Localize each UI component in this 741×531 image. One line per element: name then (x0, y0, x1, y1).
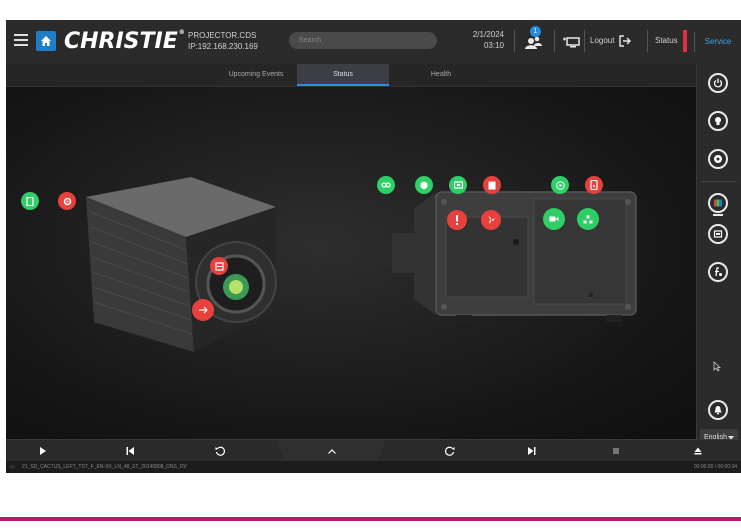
display-icon (453, 180, 463, 189)
next-icon (528, 447, 536, 455)
storage-icon (488, 181, 496, 189)
film-icon: ▭ (10, 464, 15, 470)
marker-warning-error[interactable] (447, 210, 467, 230)
rewind-button[interactable] (212, 443, 228, 459)
macro-button[interactable] (708, 224, 728, 244)
cursor-icon (713, 361, 721, 372)
forward-button[interactable] (442, 443, 458, 459)
projector-status-view (6, 87, 696, 439)
lens-shift-icon (199, 306, 208, 314)
eject-button[interactable] (690, 443, 706, 459)
projector-ip: IP:192.168.230.169 (188, 42, 258, 51)
power-icon (713, 78, 723, 88)
rail-divider (701, 181, 737, 182)
divider (584, 30, 585, 52)
previous-button[interactable] (122, 443, 138, 459)
date-text: 2/1/2024 (472, 30, 504, 39)
marker-storage-error[interactable] (483, 176, 501, 194)
media-play-icon (555, 180, 565, 190)
menu-icon[interactable] (14, 34, 28, 46)
stop-icon (613, 448, 619, 454)
marker-fan-error[interactable] (481, 210, 501, 230)
file-name: 21_SD_CACTUS_LEFT_TST_F_EN-XX_LN_48_ST_2… (22, 464, 187, 470)
test-pattern-icon (714, 199, 722, 207)
side-toolbar: English (696, 64, 741, 447)
marker-lens-shift-error[interactable] (192, 299, 214, 321)
date-time: 2/1/2024 03:10 (464, 29, 504, 51)
exclamation-icon (456, 215, 458, 225)
fan-icon (488, 216, 495, 224)
projector-side-illustration (366, 191, 637, 322)
link-icon (381, 182, 391, 188)
alarm-button[interactable] (708, 400, 728, 420)
filter-icon (214, 261, 224, 271)
marker-lens-error[interactable] (210, 257, 228, 275)
media-info-bar: ▭ 21_SD_CACTUS_LEFT_TST_F_EN-XX_LN_48_ST… (6, 461, 741, 473)
expand-up-icon (328, 448, 336, 454)
macro-icon (713, 230, 723, 238)
logout-icon[interactable] (619, 34, 631, 47)
play-button[interactable] (34, 443, 50, 459)
projector-front-illustration (86, 177, 277, 352)
eject-icon (694, 447, 702, 455)
shutter-icon (714, 155, 722, 163)
home-button[interactable] (36, 31, 56, 51)
search-input[interactable]: Search (289, 32, 437, 49)
divider (647, 30, 648, 52)
timecode: 00:00:00 / 00:00:34 (693, 464, 737, 470)
next-button[interactable] (524, 443, 540, 459)
gear-icon (63, 197, 71, 205)
accent-strip (0, 517, 741, 521)
network-icon (583, 215, 593, 223)
status-label[interactable]: Status (655, 36, 678, 45)
logout-link[interactable]: Logout (590, 36, 614, 45)
marker-network-ok[interactable] (577, 208, 599, 230)
expand-up-button[interactable] (324, 443, 340, 459)
divider (514, 30, 515, 52)
device-icon[interactable] (562, 35, 580, 48)
shield-icon (420, 181, 428, 189)
document-icon (26, 196, 34, 206)
function-button[interactable] (708, 262, 728, 282)
status-indicator (683, 30, 687, 52)
bell-icon (714, 406, 722, 415)
marker-camera-ok[interactable] (543, 208, 565, 230)
projector-name: PROJECTOR.CDS (188, 31, 257, 40)
time-text: 03:10 (483, 41, 504, 50)
app-window: CHRISTIE® PROJECTOR.CDS IP:192.168.230.1… (6, 20, 741, 473)
marker-gear-error[interactable] (58, 192, 76, 210)
marker-link-ok[interactable] (377, 176, 395, 194)
test-pattern-button[interactable] (708, 193, 728, 213)
marker-display-ok[interactable] (449, 176, 467, 194)
function-icon (715, 267, 722, 277)
stop-button[interactable] (608, 443, 624, 459)
marker-server-error[interactable] (585, 176, 603, 194)
lamp-icon (715, 117, 721, 125)
power-button[interactable] (708, 73, 728, 93)
tab-health[interactable]: Health (396, 64, 486, 86)
camera-icon (549, 216, 559, 222)
divider (554, 30, 555, 52)
marker-media-ok[interactable] (551, 176, 569, 194)
projector-info: PROJECTOR.CDS IP:192.168.230.169 (188, 30, 258, 52)
tab-status[interactable]: Status (297, 64, 389, 86)
home-icon (41, 36, 51, 46)
rewind-icon (215, 446, 225, 456)
rail-dash (713, 214, 723, 216)
service-button[interactable]: Service (694, 32, 741, 52)
marker-document-ok[interactable] (21, 192, 39, 210)
tab-bar: Upcoming Events Status Health (6, 64, 696, 87)
christie-logo: CHRISTIE® (64, 29, 185, 54)
tab-upcoming-events[interactable]: Upcoming Events (211, 64, 301, 86)
server-icon (590, 180, 598, 190)
top-bar: CHRISTIE® PROJECTOR.CDS IP:192.168.230.1… (6, 20, 741, 65)
forward-icon (445, 446, 455, 456)
marker-shield-ok[interactable] (415, 176, 433, 194)
shutter-button[interactable] (708, 149, 728, 169)
play-icon (39, 447, 46, 455)
lamp-button[interactable] (708, 111, 728, 131)
previous-icon (126, 447, 134, 455)
alert-count-badge: 1 (530, 26, 541, 37)
playback-bar (6, 439, 741, 462)
